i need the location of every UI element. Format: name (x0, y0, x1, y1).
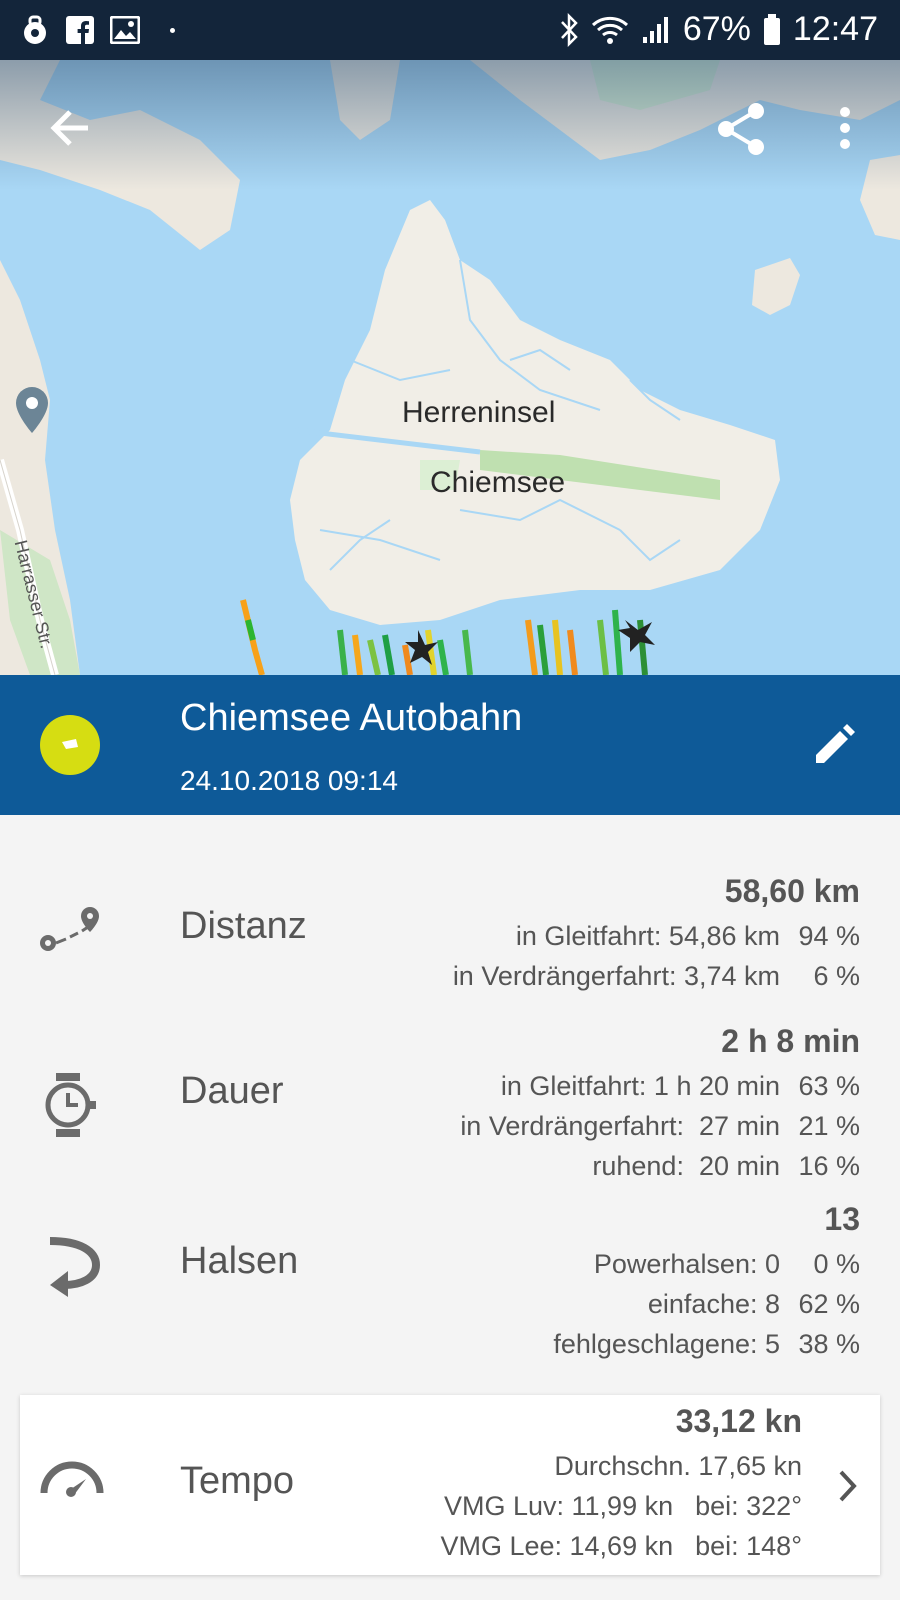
stat-label: Distanz (180, 905, 307, 947)
stat-row: VMG Luv: 11,99 kn bei: 322° (443, 1491, 802, 1521)
stat-row: VMG Lee: 14,69 kn bei: 148° (440, 1531, 802, 1561)
u-turn-icon (49, 1237, 101, 1297)
stat-row: Powerhalsen: 00 % (593, 1249, 860, 1279)
lock-notification-icon (24, 15, 46, 44)
stat-row: Durchschn. 17,65 kn (554, 1451, 802, 1481)
speedometer-icon (40, 1461, 104, 1497)
status-bar: 67% 12:47 (0, 0, 900, 60)
stat-label: Halsen (180, 1240, 299, 1282)
small-island-east (752, 258, 800, 315)
facebook-icon (66, 16, 94, 44)
location-pin-icon[interactable] (12, 385, 52, 435)
sail-icon (62, 739, 78, 749)
stat-total: 2 h 8 min (721, 1023, 860, 1059)
map-view[interactable]: Herreninsel Chiemsee Harrasser Str. (0, 60, 900, 675)
stat-row: ruhend: 20 min 16 % (592, 1151, 860, 1181)
edit-pencil-icon[interactable] (810, 721, 858, 769)
image-notification-icon (110, 16, 140, 44)
stat-row: fehlgeschlagene: 5 38 % (553, 1329, 860, 1359)
stat-row: in Verdrängerfahrt: 3,74 km 6 % (452, 961, 860, 991)
battery-icon (763, 13, 780, 45)
more-notifications-dot (170, 27, 175, 33)
more-vert-icon[interactable] (838, 106, 852, 150)
route-icon (40, 907, 99, 951)
chevron-right-icon[interactable] (838, 1469, 858, 1503)
stat-row: in Verdrängerfahrt: 27 min 21 % (460, 1111, 860, 1141)
stopwatch-icon (45, 1073, 96, 1137)
stat-row: in Gleitfahrt: 1 h 20 min 63 % (500, 1071, 860, 1101)
map-label-lake: Chiemsee (430, 466, 566, 499)
stat-label: Tempo (180, 1460, 295, 1502)
stat-total: 13 (824, 1201, 860, 1237)
stat-row: in Gleitfahrt: 54,86 km 94 % (515, 921, 860, 951)
session-header: Chiemsee Autobahn 24.10.2018 09:14 (0, 675, 900, 815)
stat-label: Dauer (180, 1070, 284, 1112)
map-label-island: Herreninsel (402, 396, 556, 429)
signal-icon (642, 16, 668, 43)
sport-badge (40, 715, 100, 775)
stat-total: 33,12 kn (675, 1403, 802, 1439)
stat-row: einfache: 8 62 % (647, 1289, 860, 1319)
wifi-icon (591, 16, 628, 44)
bluetooth-icon (560, 12, 578, 47)
share-icon[interactable] (716, 102, 766, 156)
speed-card[interactable]: Tempo 33,12 kn Durchschn. 17,65 kn VMG L… (20, 1395, 880, 1575)
session-datetime: 24.10.2018 09:14 (180, 765, 398, 796)
clock: 12:47 (792, 10, 878, 48)
stat-total: 58,60 km (724, 873, 860, 909)
battery-percentage: 67% (682, 10, 751, 48)
back-arrow-icon[interactable] (48, 106, 92, 150)
session-title: Chiemsee Autobahn (180, 697, 523, 739)
